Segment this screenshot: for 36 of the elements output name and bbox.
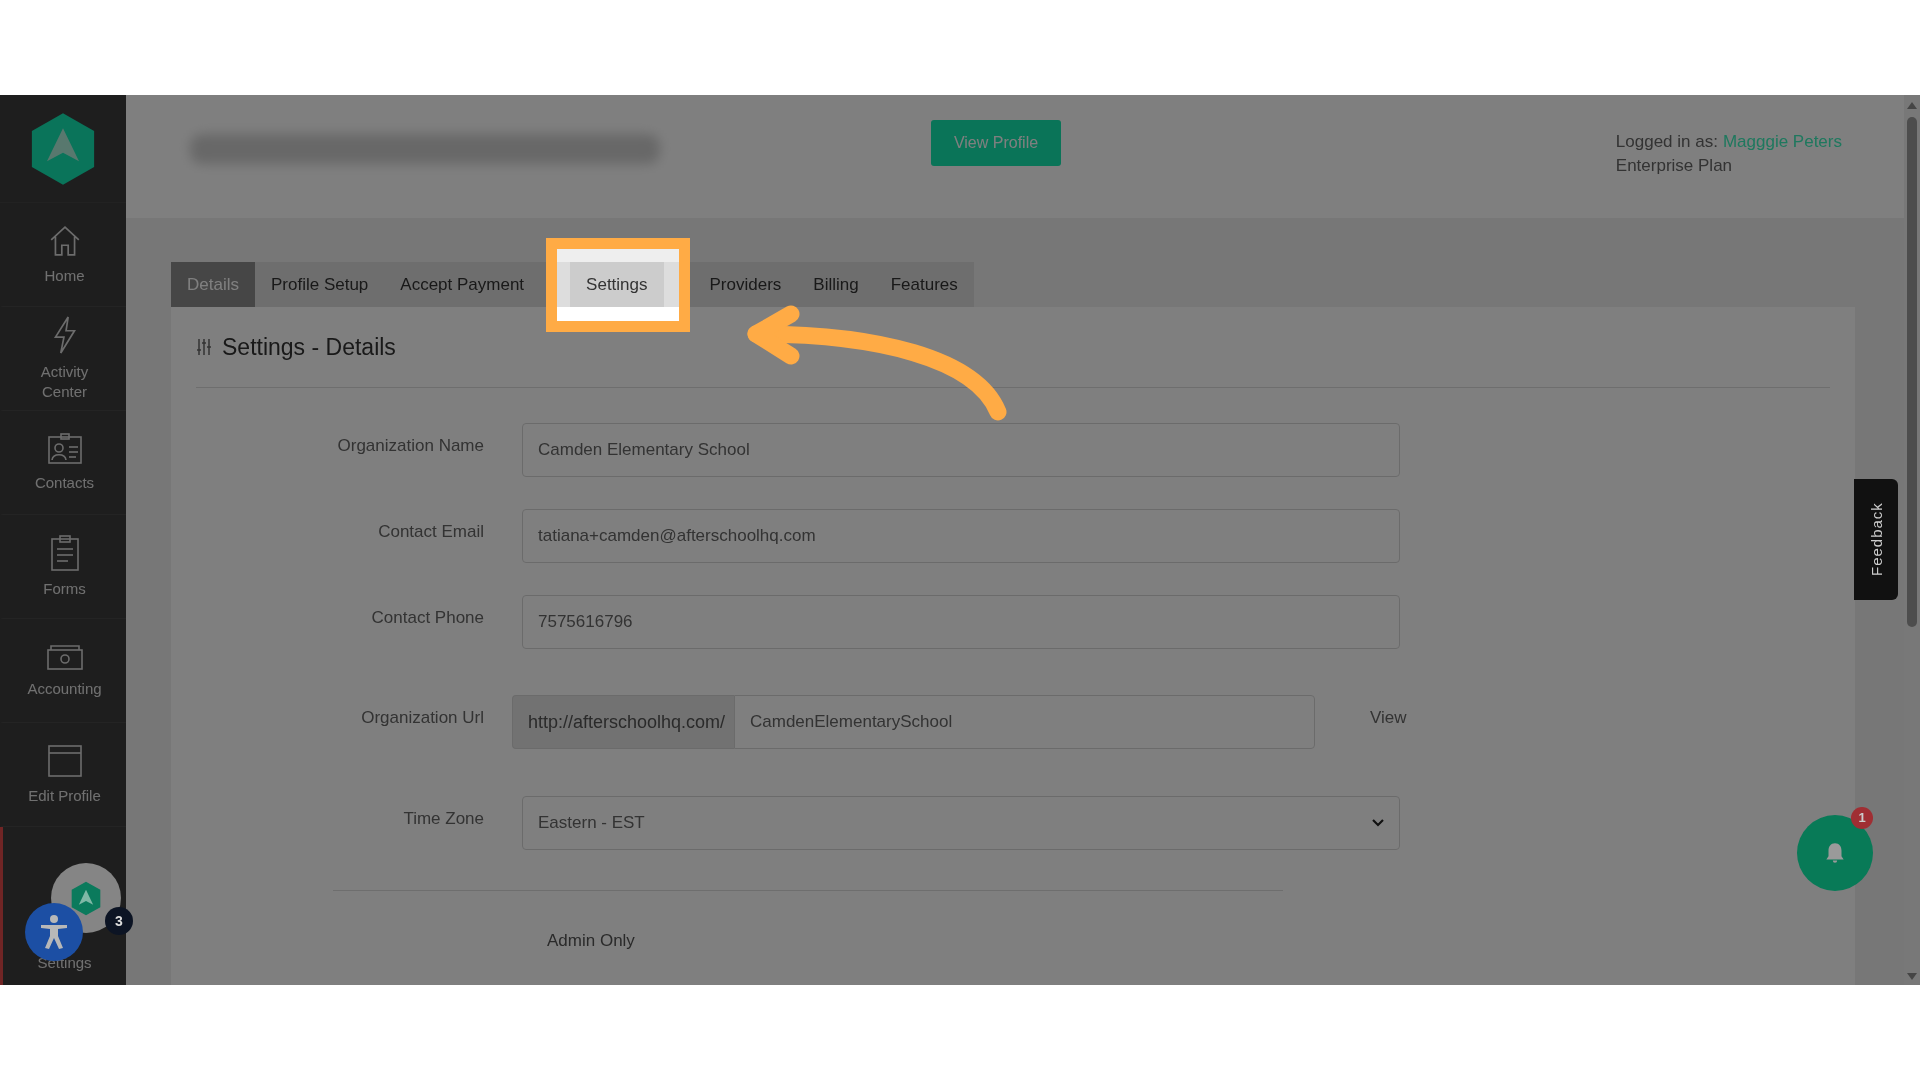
logo-icon[interactable] xyxy=(30,111,96,186)
lightning-icon xyxy=(51,315,78,354)
tab[interactable]: Profile Setup xyxy=(254,262,385,307)
chevron-down-icon xyxy=(1372,819,1384,827)
scroll-down-icon[interactable] xyxy=(1907,973,1917,981)
field-label: Time Zone xyxy=(402,809,484,829)
dropdown[interactable]: Eastern - EST xyxy=(522,796,1400,850)
logo-icon xyxy=(70,880,102,916)
section-title: Settings - Details xyxy=(222,333,396,361)
tab[interactable]: Billing xyxy=(797,262,875,307)
tab[interactable]: Settings xyxy=(570,262,664,307)
feedback-tab[interactable]: Feedback xyxy=(1854,479,1898,600)
cash-icon xyxy=(45,642,84,671)
input-field[interactable]: CamdenElementarySchool xyxy=(734,695,1315,749)
subsection-title: Admin Only xyxy=(547,931,636,951)
input-field[interactable]: 7575616796 xyxy=(522,595,1400,649)
scroll-up-icon[interactable] xyxy=(1907,101,1917,109)
field-label: Contact Email xyxy=(377,522,484,542)
tab[interactable]: Accept Payment xyxy=(384,262,541,307)
tab[interactable]: Features xyxy=(874,262,974,307)
plan-name: Enterprise Plan xyxy=(1615,155,1734,177)
logged-in-label: Logged in as: xyxy=(1615,131,1718,153)
browser-window-icon xyxy=(46,743,83,778)
url-prefix: http://afterschoolhq.com/ xyxy=(512,695,734,749)
field-label: Organization Name xyxy=(336,436,484,456)
scrollbar[interactable] xyxy=(1904,95,1920,985)
input-field[interactable]: tatiana+camden@afterschoolhq.com xyxy=(522,509,1400,563)
contact-card-icon xyxy=(46,432,83,465)
sliders-icon xyxy=(196,338,212,356)
tab[interactable]: Providers xyxy=(693,262,798,307)
clipboard-icon xyxy=(49,534,80,571)
view-link[interactable]: View xyxy=(1370,708,1407,728)
field-label: Organization Url xyxy=(360,708,484,728)
input-field[interactable]: Camden Elementary School xyxy=(522,423,1400,477)
field-label: Contact Phone xyxy=(370,608,484,628)
accessibility-icon xyxy=(39,914,69,950)
